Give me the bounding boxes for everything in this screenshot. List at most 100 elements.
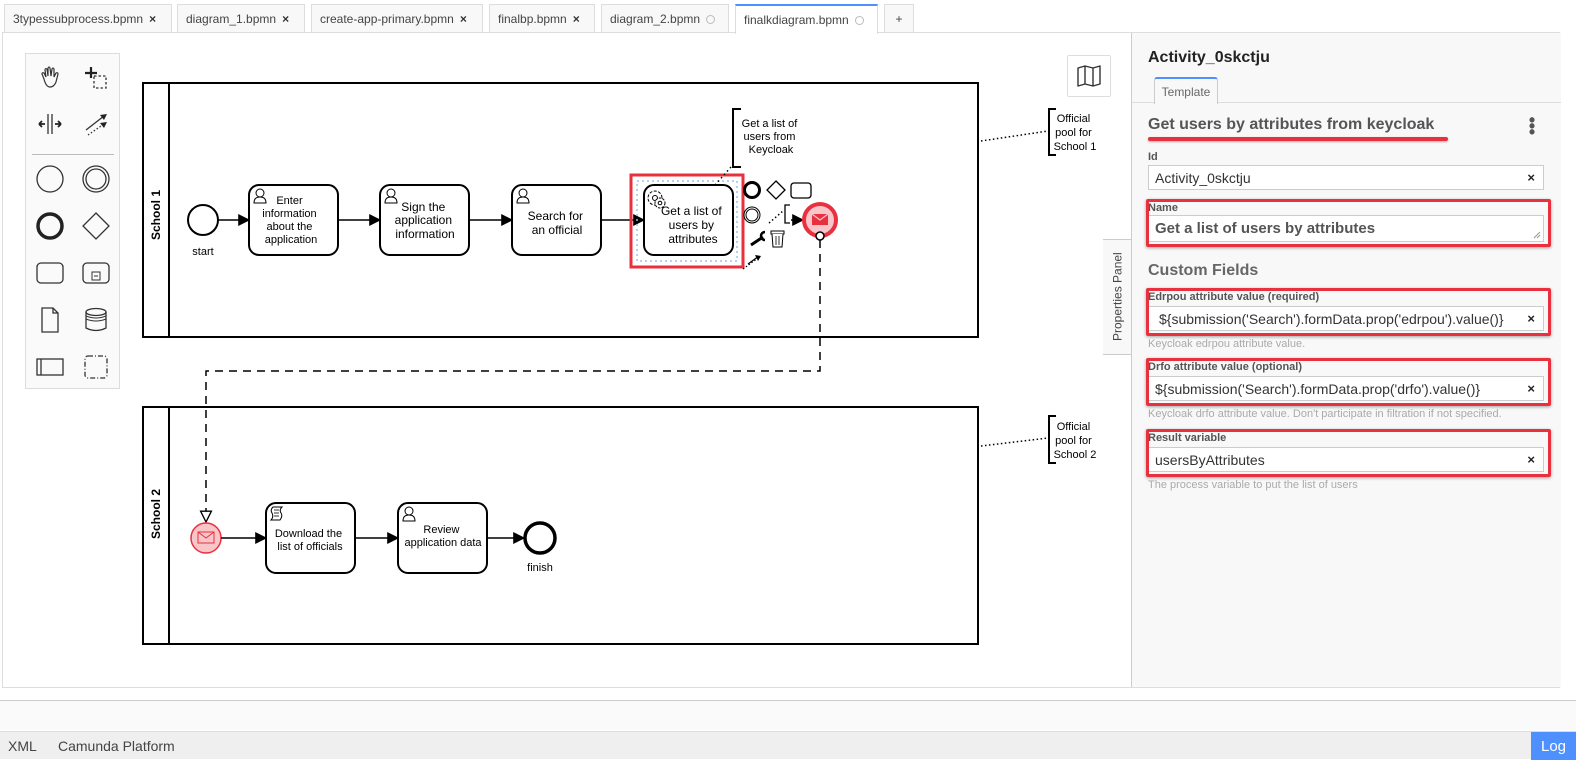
create-start-event-icon[interactable] [34,163,66,195]
edrpou-input[interactable]: ${submission('Search').formData.prop('ed… [1148,306,1544,331]
task-label-line: Review [423,524,459,536]
clear-edrpou-icon[interactable]: × [1527,311,1535,326]
annotation-line: Official [1057,113,1090,125]
svg-text:Official pool for: Official pool for School 2 [1054,421,1097,461]
tab-diagram-1[interactable]: diagram_1.bpmn × [177,4,305,33]
status-bar: XML Camunda Platform Log [0,731,1576,760]
create-pool-icon[interactable] [34,351,66,383]
unsaved-indicator-icon[interactable] [706,14,716,24]
tab-diagram-2[interactable]: diagram_2.bpmn [601,4,729,33]
resize-handle-icon[interactable] [1533,231,1541,239]
diagram-svg[interactable]: School 1 School 2 start Enter informatio… [3,33,1131,687]
tab-label: 3typessubprocess.bpmn [13,12,144,26]
close-icon[interactable]: × [149,12,156,26]
id-input[interactable]: Activity_0skctju × [1148,165,1544,190]
template-menu-kebab-icon[interactable]: • • • [1527,111,1537,141]
annotation-line: School 2 [1054,449,1097,461]
end-event-label: finish [527,562,553,574]
hand-tool-icon[interactable] [34,62,66,94]
annotation-line: Get a list of [742,118,799,130]
append-intermediate-event-icon[interactable] [743,206,761,224]
custom-fields-title: Custom Fields [1148,262,1259,279]
create-task-icon[interactable] [34,257,66,289]
platform-label[interactable]: Camunda Platform [58,738,175,754]
space-tool-icon[interactable] [34,108,66,140]
message-flow-start [815,231,825,241]
clear-id-icon[interactable]: × [1527,170,1535,185]
tab-label: diagram_2.bpmn [610,12,701,26]
user-task-search-official[interactable]: Search for an official [511,184,602,256]
task-label-line: information [262,208,316,220]
task-label-line: application data [404,537,482,549]
message-end-event[interactable] [802,202,838,238]
service-task-get-users[interactable]: Get a list of users by attributes [629,173,745,269]
unsaved-indicator-icon[interactable] [854,15,864,25]
close-icon[interactable]: × [573,12,580,26]
edrpou-description: Keycloak edrpou attribute value. [1148,338,1306,350]
tab-3typessubprocess[interactable]: 3typessubprocess.bpmn × [4,4,172,33]
create-end-event-icon[interactable] [34,210,66,242]
name-label: Name [1148,202,1178,214]
create-data-object-icon[interactable] [34,304,66,336]
user-task-enter-information[interactable]: Enter information about the application [248,184,339,256]
close-icon[interactable]: × [282,12,289,26]
delete-trash-icon[interactable] [770,230,785,248]
close-icon[interactable]: × [460,12,467,26]
element-id-title: Activity_0skctju [1148,49,1270,66]
result-variable-description: The process variable to put the list of … [1148,479,1358,491]
drfo-label: Drfo attribute value (optional) [1148,361,1302,373]
map-icon [1077,65,1101,87]
tab-finalbp[interactable]: finalbp.bpmn × [489,4,595,33]
tab-create-app-primary[interactable]: create-app-primary.bpmn × [311,4,483,33]
properties-panel-toggle[interactable]: Properties Panel [1103,239,1133,355]
lasso-tool-icon[interactable] [80,62,112,94]
create-gateway-icon[interactable] [80,210,112,242]
name-textarea[interactable]: Get a list of users by attributes [1148,215,1544,242]
task-label-line: about the [267,221,313,233]
xml-button[interactable]: XML [8,738,37,754]
id-input-value: Activity_0skctju [1155,169,1251,186]
tab-template[interactable]: Template [1154,77,1218,104]
new-tab-button[interactable]: + [884,4,914,33]
text-annotation-pool-1[interactable]: Official pool for School 1 [1048,108,1096,156]
minimap-toggle-button[interactable] [1067,55,1111,97]
result-variable-label: Result variable [1148,432,1227,444]
task-label-line: Sign the [401,200,445,214]
task-label-line: an official [532,223,582,237]
create-group-icon[interactable] [80,351,112,383]
user-task-review-application[interactable]: Review application data [397,502,488,574]
message-start-event[interactable] [190,522,222,554]
annotation-line: Official [1057,421,1090,433]
task-label-line: application [395,213,452,227]
annotation-line: Keycloak [749,144,794,156]
text-annotation-pool-2[interactable]: Official pool for School 2 [1048,415,1097,464]
svg-text:Download the list of: Download the list of officials [275,528,345,553]
end-event-finish[interactable] [523,521,557,555]
tab-label: create-app-primary.bpmn [320,12,454,26]
task-label-line: Download the [275,528,342,540]
log-button[interactable]: Log [1531,732,1576,760]
panel-tabs: Template [1132,75,1561,104]
drfo-input[interactable]: ${submission('Search').formData.prop('dr… [1148,376,1544,401]
tab-label: finalkdiagram.bpmn [744,13,849,27]
clear-result-variable-icon[interactable]: × [1527,452,1535,467]
association[interactable] [980,130,1049,142]
script-task-download-officials[interactable]: Download the list of officials [265,502,356,574]
create-intermediate-event-icon[interactable] [80,163,112,195]
edrpou-label: Edrpou attribute value (required) [1148,291,1320,303]
start-event[interactable] [187,204,219,236]
bpmn-canvas[interactable]: School 1 School 2 start Enter informatio… [3,33,1133,687]
append-task-icon[interactable] [790,182,812,199]
create-data-store-icon[interactable] [80,304,112,336]
tab-finalkdiagram[interactable]: finalkdiagram.bpmn [735,4,878,34]
create-subprocess-icon[interactable] [80,257,112,289]
properties-panel-toggle-label: Properties Panel [1110,252,1125,342]
global-connect-tool-icon[interactable] [80,108,112,140]
result-variable-input[interactable]: usersByAttributes × [1148,447,1544,472]
user-task-sign-application[interactable]: Sign the application information [379,184,470,256]
task-label-line: Enter [276,195,303,207]
append-end-event-icon[interactable] [743,181,761,199]
annotation-line: users from [743,131,795,143]
association[interactable] [980,437,1049,447]
clear-drfo-icon[interactable]: × [1527,381,1535,396]
